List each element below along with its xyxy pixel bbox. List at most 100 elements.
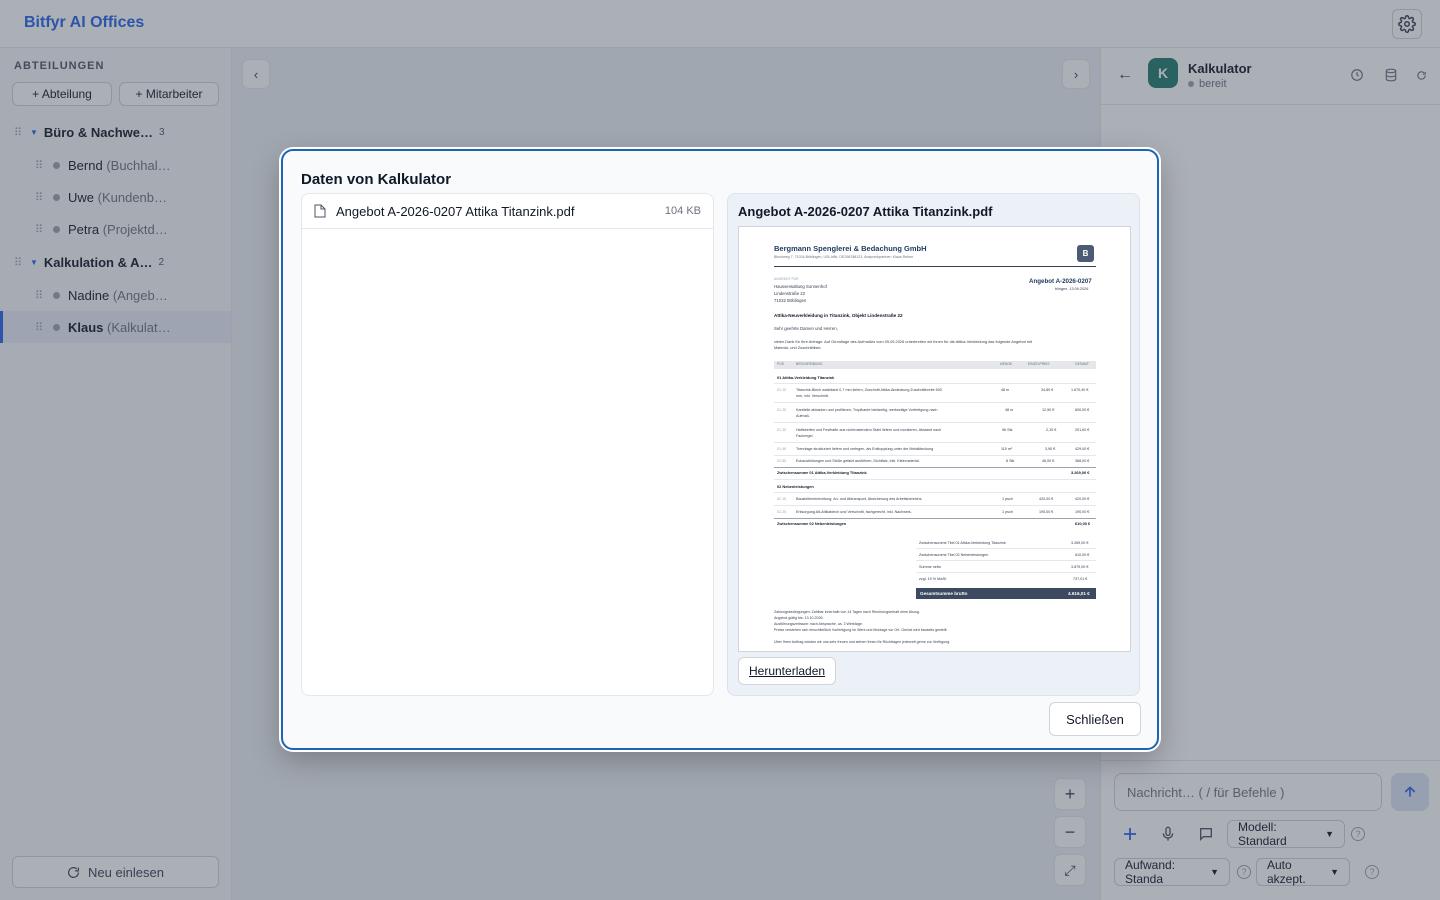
pdf-row-total: 190,00 € [1075, 510, 1090, 514]
pdf-summary-value: 610,00 € [1075, 553, 1090, 557]
pdf-col-total: GESAMT [1075, 362, 1089, 366]
pdf-summary-value: 3.879,00 € [1071, 565, 1089, 569]
pdf-row-pos: 01.50 [777, 459, 787, 463]
file-name: Angebot A-2026-0207 Attika Titanzink.pdf [336, 203, 575, 219]
pdf-row-divider [774, 518, 1096, 519]
pdf-recipient-label: ANGEBOT FÜR [774, 277, 799, 281]
pdf-company-name: Bergmann Spenglerei & Bedachung GmbH [774, 244, 927, 253]
pdf-row-divider [774, 383, 1096, 384]
pdf-row-unit: 190,00 € [1039, 510, 1054, 514]
pdf-grand-total: Gesamtsumme brutto 4.616,01 € [916, 588, 1096, 599]
pdf-row-divider [916, 548, 1096, 549]
pdf-row-desc: Kantteile abkanten und profilieren, Trop… [796, 408, 938, 412]
pdf-row-unit: 34,80 € [1041, 388, 1054, 392]
pdf-row-desc: mm, inkl. Verschnitt. [796, 394, 829, 398]
pdf-footer-line: Ausführungszeitraum: nach Absprache, ca.… [774, 622, 863, 626]
file-dialog: Daten von Kalkulator Angebot A-2026-0207… [281, 149, 1159, 750]
file-size: 104 KB [664, 205, 701, 217]
pdf-row-qty: 1 psch [1002, 497, 1013, 501]
pdf-row-desc: Fachregel. [796, 434, 814, 438]
pdf-footer-line: Angebot gültig bis: 13.10.2026. [774, 616, 824, 620]
pdf-footer-line: Preise verstehen sich einschließlich Vor… [774, 628, 948, 632]
pdf-row-divider [774, 492, 1096, 493]
pdf-row-desc: Entsorgung Alt-Attikablech und Verschnit… [796, 510, 912, 514]
close-button[interactable]: Schließen [1049, 702, 1141, 736]
pdf-row-divider [774, 455, 1096, 456]
pdf-row-desc: Haftstreifen und Festhafte aus nichtrost… [796, 428, 942, 432]
pdf-row-total: 600,00 € [1075, 408, 1090, 412]
pdf-subtotal-value: 3.269,00 € [1071, 470, 1090, 475]
pdf-row-desc: Titanzink-Blech walzblank 0,7 mm liefern… [796, 388, 942, 392]
pdf-col-desc: BESCHREIBUNG [796, 362, 823, 366]
pdf-salutation: Sehr geehrte Damen und Herren, [774, 326, 838, 331]
pdf-rule [774, 266, 1096, 267]
pdf-intro: Material- und Zuschnittliste. [774, 345, 822, 350]
pdf-summary-label: Summe netto [919, 565, 941, 569]
pdf-col-unit: EINZELPREIS [1028, 362, 1050, 366]
pdf-row-desc: Aufmaß. [796, 414, 810, 418]
pdf-subject: Attika-Neuverkleidung in Titanzink, Obje… [774, 313, 903, 318]
pdf-recipient-line: 71032 Böblingen [774, 298, 807, 303]
pdf-row-desc: Eckausbildungen und Stöße gefalzt ausfüh… [796, 459, 920, 463]
pdf-row-pos: 01.40 [777, 447, 787, 451]
pdf-row-divider [916, 560, 1096, 561]
pdf-company-line: Blechweg 7, 71034 Böblingen, USt-IdNr. D… [774, 255, 914, 259]
pdf-row-divider [916, 572, 1096, 573]
pdf-col-qty: MENGE [1000, 362, 1013, 366]
pdf-row-qty: 96 Stk [1002, 428, 1013, 432]
pdf-row-qty: 48 m [1005, 408, 1014, 412]
pdf-row-qty: 110 m² [1001, 447, 1013, 451]
pdf-row-divider [774, 402, 1096, 403]
pdf-row-pos: 01.10 [777, 388, 787, 392]
pdf-grand-total-label: Gesamtsumme brutto [920, 591, 968, 596]
file-row[interactable]: Angebot A-2026-0207 Attika Titanzink.pdf… [302, 194, 713, 229]
pdf-summary-label: Zwischensumme Titel 01 Attika-Verkleidun… [919, 541, 1006, 545]
pdf-closing: Über Ihren Auftrag würden wir uns sehr f… [774, 640, 951, 644]
pdf-row-total: 201,60 € [1075, 428, 1090, 432]
pdf-summary-label: zzgl. 19 % MwSt [919, 577, 947, 581]
company-logo: B [1077, 245, 1094, 262]
pdf-row-divider [774, 467, 1096, 468]
pdf-row-divider [774, 422, 1096, 423]
pdf-recipient-line: Hausverwaltung Sonnenhof [774, 284, 827, 289]
pdf-group-heading: 01 Attika-Verkleidung Titanzink [777, 375, 835, 380]
pdf-row-pos: 02.20 [777, 510, 787, 514]
pdf-row-unit: 420,00 € [1039, 497, 1054, 501]
pdf-group-heading: 02 Nebenleistungen [777, 484, 814, 489]
pdf-offer-date: blingen, 13.09.2026 [1055, 287, 1089, 291]
file-list: Angebot A-2026-0207 Attika Titanzink.pdf… [301, 193, 714, 696]
pdf-row-desc: Baustelleneinrichtung, An- und Abtranspo… [796, 497, 923, 501]
pdf-subtotal-value: 610,00 € [1075, 521, 1091, 526]
pdf-row-unit: 46,00 € [1042, 459, 1055, 463]
pdf-row-total: 368,00 € [1075, 459, 1090, 463]
pdf-row-pos: 01.20 [777, 408, 787, 412]
pdf-row-total: 420,00 € [1075, 497, 1090, 501]
dialog-title: Daten von Kalkulator [301, 171, 452, 188]
pdf-col-pos: POS [777, 362, 784, 366]
pdf-subtotal-label: Zwischensumme 02 Nebenleistungen [777, 521, 847, 526]
pdf-row-divider [774, 479, 1096, 480]
pdf-row-total: 429,00 € [1075, 447, 1090, 451]
pdf-preview[interactable]: Bergmann Spenglerei & Bedachung GmbH B B… [738, 226, 1131, 652]
pdf-row-divider [774, 442, 1096, 443]
preview-title: Angebot A-2026-0207 Attika Titanzink.pdf [738, 204, 993, 219]
pdf-row-qty: 1 psch [1002, 510, 1013, 514]
pdf-recipient-line: Lindenstraße 22 [774, 291, 806, 296]
pdf-row-total: 1.670,40 € [1071, 388, 1089, 392]
pdf-offer-number: Angebot A-2026-0207 [1029, 278, 1092, 285]
pdf-row-desc: Trennlage strukturiert liefern und verle… [796, 447, 935, 451]
pdf-row-unit: 12,50 € [1042, 408, 1055, 412]
pdf-row-unit: 2,10 € [1046, 428, 1057, 432]
pdf-grand-total-value: 4.616,01 € [1068, 591, 1090, 596]
pdf-row-qty: 8 Stk [1006, 459, 1015, 463]
pdf-row-qty: 48 m [1001, 388, 1010, 392]
download-button[interactable]: Herunterladen [738, 657, 837, 685]
file-icon [314, 204, 326, 218]
pdf-row-pos: 01.30 [777, 428, 787, 432]
pdf-footer-line: Zahlungsbedingungen: Zahlbar innerhalb v… [774, 610, 920, 614]
file-preview: Angebot A-2026-0207 Attika Titanzink.pdf… [727, 193, 1140, 696]
pdf-row-unit: 3,90 € [1045, 447, 1056, 451]
pdf-summary-value: 737,01 € [1073, 577, 1088, 581]
pdf-summary-label: Zwischensumme Titel 02 Nebenleistungen [919, 553, 989, 557]
pdf-summary-value: 3.269,00 € [1071, 541, 1089, 545]
